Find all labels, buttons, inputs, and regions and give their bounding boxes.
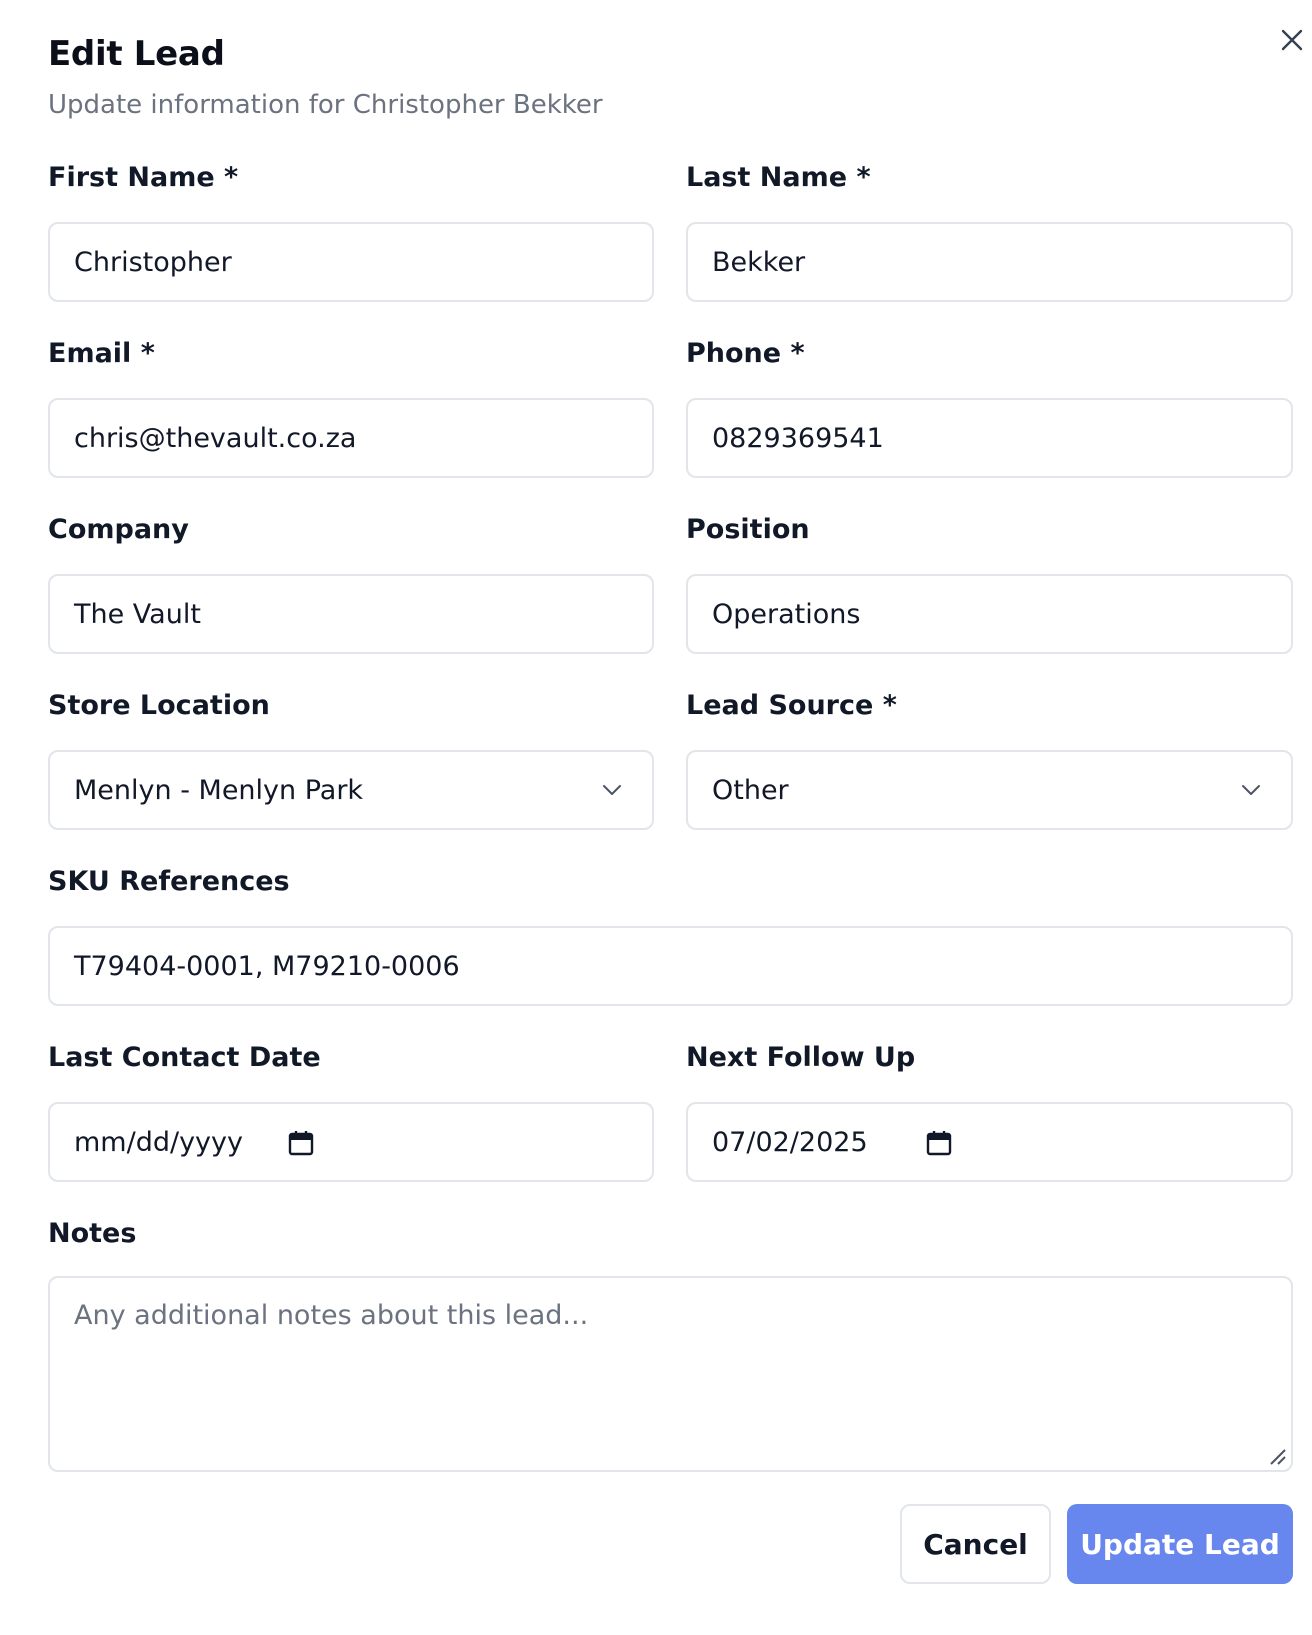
lead-source-value: Other: [712, 774, 789, 806]
sku-references-value: T79404-0001, M79210-0006: [74, 950, 460, 982]
first-name-input[interactable]: Christopher: [48, 222, 654, 302]
chevron-down-icon: [1242, 785, 1260, 795]
email-value: chris@thevault.co.za: [74, 422, 357, 454]
last-name-label: Last Name *: [686, 162, 871, 193]
email-input[interactable]: chris@thevault.co.za: [48, 398, 654, 478]
calendar-icon[interactable]: [926, 1130, 952, 1156]
next-follow-up-value: 07/02/2025: [712, 1126, 868, 1158]
edit-lead-dialog: Edit Lead Update information for Christo…: [0, 0, 1312, 1635]
update-lead-button[interactable]: Update Lead: [1067, 1504, 1293, 1584]
next-follow-up-label: Next Follow Up: [686, 1042, 916, 1073]
store-location-value: Menlyn - Menlyn Park: [74, 774, 364, 806]
chevron-down-icon: [603, 785, 621, 795]
position-input[interactable]: Operations: [686, 574, 1293, 654]
position-value: Operations: [712, 598, 861, 630]
company-value: The Vault: [74, 598, 201, 630]
store-location-label: Store Location: [48, 690, 270, 721]
notes-textarea[interactable]: Any additional notes about this lead...: [48, 1276, 1293, 1472]
sku-references-label: SKU References: [48, 866, 290, 897]
store-location-select[interactable]: Menlyn - Menlyn Park: [48, 750, 654, 830]
cancel-button[interactable]: Cancel: [900, 1504, 1051, 1584]
last-name-value: Bekker: [712, 246, 806, 278]
lead-source-select[interactable]: Other: [686, 750, 1293, 830]
close-button[interactable]: [1272, 20, 1312, 60]
last-contact-date-input[interactable]: mm/dd/yyyy: [48, 1102, 654, 1182]
next-follow-up-input[interactable]: 07/02/2025: [686, 1102, 1293, 1182]
last-contact-date-value: mm/dd/yyyy: [74, 1126, 243, 1158]
resize-handle-icon[interactable]: [1267, 1446, 1287, 1466]
sku-references-input[interactable]: T79404-0001, M79210-0006: [48, 926, 1293, 1006]
notes-placeholder: Any additional notes about this lead...: [74, 1300, 589, 1331]
phone-value: 0829369541: [712, 422, 884, 454]
dialog-subtitle: Update information for Christopher Bekke…: [48, 90, 603, 120]
company-input[interactable]: The Vault: [48, 574, 654, 654]
first-name-value: Christopher: [74, 246, 232, 278]
position-label: Position: [686, 514, 810, 545]
company-label: Company: [48, 514, 189, 545]
email-label: Email *: [48, 338, 155, 369]
lead-source-label: Lead Source *: [686, 690, 897, 721]
phone-input[interactable]: 0829369541: [686, 398, 1293, 478]
phone-label: Phone *: [686, 338, 805, 369]
dialog-title: Edit Lead: [48, 34, 225, 74]
calendar-icon[interactable]: [288, 1130, 314, 1156]
close-icon: [1281, 29, 1303, 51]
first-name-label: First Name *: [48, 162, 239, 193]
last-name-input[interactable]: Bekker: [686, 222, 1293, 302]
notes-label: Notes: [48, 1218, 137, 1249]
last-contact-date-label: Last Contact Date: [48, 1042, 321, 1073]
